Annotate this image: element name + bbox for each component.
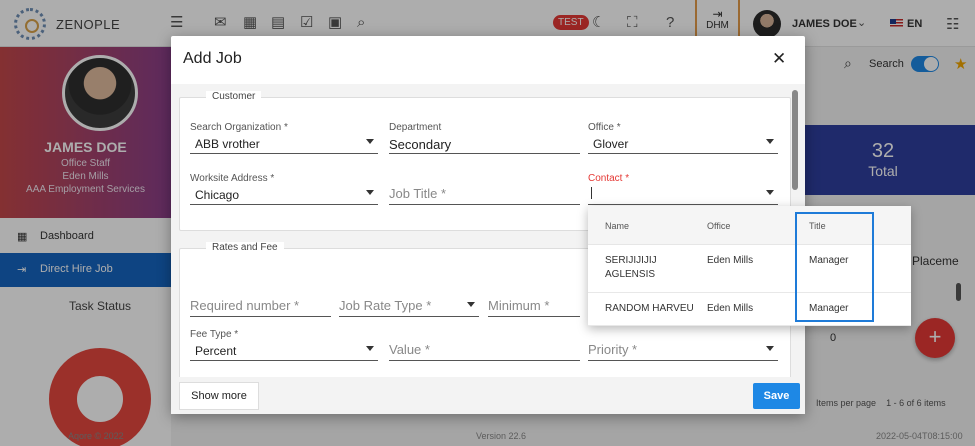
dialog-footer: Show more Save	[171, 377, 805, 414]
column-header-office: Office	[707, 221, 731, 231]
caret-down-icon	[766, 346, 774, 351]
close-icon[interactable]: ✕	[772, 50, 786, 67]
field-label: Office *	[588, 122, 621, 133]
text-cursor	[591, 187, 592, 199]
field-placeholder: Minimum *	[488, 298, 550, 313]
required-number-field[interactable]: Required number *	[190, 285, 331, 317]
field-placeholder: Priority *	[588, 342, 638, 357]
field-placeholder: Required number *	[190, 298, 300, 313]
caret-down-icon	[366, 139, 374, 144]
worksite-address-field[interactable]: Worksite Address * Chicago	[190, 173, 378, 205]
dialog-title: Add Job	[183, 50, 242, 67]
caret-down-icon	[366, 346, 374, 351]
section-title: Customer	[206, 91, 262, 102]
field-label: Search Organization *	[190, 122, 288, 133]
title-column-highlight	[795, 212, 874, 322]
caret-down-icon	[366, 190, 374, 195]
field-placeholder: Job Rate Type *	[339, 298, 432, 313]
contact-name-line: SERIJIJIJIJ	[605, 255, 657, 266]
field-value: ABB vrother	[195, 137, 260, 151]
field-value: Chicago	[195, 188, 240, 202]
contact-field[interactable]: Contact *	[588, 173, 778, 205]
department-field[interactable]: Department Secondary	[389, 122, 580, 154]
fee-type-field[interactable]: Fee Type * Percent	[190, 329, 378, 361]
dialog-scrollbar[interactable]	[792, 90, 798, 190]
minimum-field[interactable]: Minimum *	[488, 285, 580, 317]
column-header-name: Name	[605, 221, 630, 231]
field-value: Glover	[593, 137, 629, 151]
field-label: Contact *	[588, 173, 630, 184]
save-button[interactable]: Save	[753, 383, 800, 409]
show-more-button[interactable]: Show more	[179, 382, 259, 410]
caret-down-icon	[467, 302, 475, 307]
section-title: Rates and Fee	[206, 242, 284, 253]
contact-office: Eden Mills	[707, 255, 754, 266]
contact-name-line: AGLENSIS	[605, 269, 656, 280]
field-value: Secondary	[389, 137, 452, 152]
caret-down-icon	[766, 190, 774, 195]
contact-name: RANDOM HARVEU	[605, 303, 694, 314]
field-placeholder: Value *	[389, 342, 430, 357]
office-field[interactable]: Office * Glover	[588, 122, 778, 154]
job-rate-type-field[interactable]: Job Rate Type *	[339, 285, 479, 317]
field-label: Department	[389, 122, 442, 133]
value-field[interactable]: Value *	[389, 329, 580, 361]
contact-office: Eden Mills	[707, 303, 754, 314]
field-label: Fee Type *	[190, 329, 239, 340]
contact-name: SERIJIJIJIJ AGLENSIS	[605, 254, 657, 282]
caret-down-icon	[766, 139, 774, 144]
search-organization-field[interactable]: Search Organization * ABB vrother	[190, 122, 378, 154]
priority-field[interactable]: Priority *	[588, 329, 778, 361]
field-placeholder: Job Title *	[389, 186, 447, 201]
field-label: Worksite Address *	[190, 173, 275, 184]
field-value: Percent	[195, 344, 237, 358]
job-title-field[interactable]: Job Title *	[389, 173, 580, 205]
